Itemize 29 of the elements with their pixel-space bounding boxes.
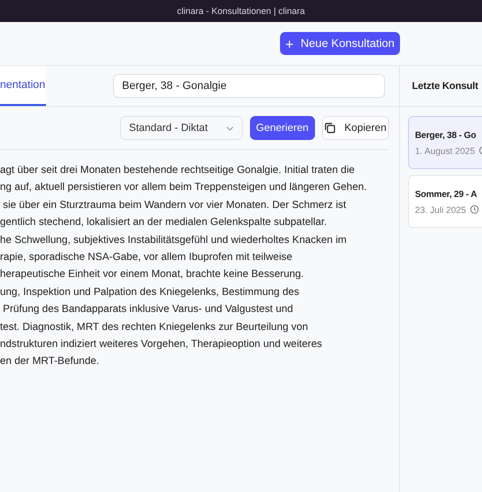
document-text-line: ung, Inspektion und Palpation des Kniegelenks, Bestimmung des — [0, 286, 300, 300]
document-text-line: Prüfung des Bandapparats inklusive Varus- und Valgustest und — [2, 303, 294, 318]
consultation-name: Berger, 38 - Go — [415, 130, 478, 140]
document-text-line: sie über ein Sturztrauma beim Wandern vor vier Monaten. Der Schmerz ist — [2, 198, 348, 213]
generate-button[interactable]: Generieren — [250, 116, 315, 140]
copy-icon — [324, 122, 336, 134]
document-text-line: ng auf, aktuell persistieren vor allem beim Treppensteigen und längeren Gehen. — [0, 181, 368, 196]
consultation-date: 1. August 2025 — [415, 146, 476, 156]
consultation-date: 23. Juli 2025 — [415, 204, 466, 214]
clock-icon — [470, 205, 480, 214]
recent-consultations-heading: Letzte Konsult — [400, 66, 482, 107]
chevron-down-icon — [226, 126, 234, 130]
consultation-card[interactable]: Berger, 38 - Go 1. August 2025 — [408, 116, 482, 169]
copy-button[interactable]: Kopieren — [322, 116, 389, 140]
document-text-line: agt über seit drei Monaten bestehende rechtseitige Gonalgie. Initial traten die — [0, 164, 356, 178]
tab[interactable]: nentation — [0, 66, 46, 106]
consultation-card[interactable]: Sommer, 29 - A 23. Juli 2025 — [408, 175, 482, 228]
document-text-line: herapeutische Einheit vor einem Monat, brachte keine Besserung. — [0, 268, 305, 282]
template-dropdown[interactable]: Standard - Diktat — [120, 116, 243, 140]
document-text-line: ndstrukturen indiziert weiteres Vorgehen, Therapieoption und weiteres — [0, 338, 324, 352]
document-text-line: rapie, sporadische NSA-Gabe, vor allem Ibuprofen mit teilweise — [0, 251, 294, 266]
document-text-line: gentlich stechend, lokalisiert an der medialen Gelenkspalte subpatellar. — [0, 216, 328, 230]
document-text-line: en der MRT-Befunde. — [0, 355, 100, 370]
document-text-line: test. Diagnostik, MRT des rechten Kniegelenks zur Beurteilung von — [0, 320, 310, 335]
document-text-line: he Schwellung, subjektives Instabilitätsgefühl und wiederholtes Knacken im — [0, 234, 348, 248]
window-title: clinara - Konsultationen | clinara — [177, 6, 305, 16]
consultation-name: Sommer, 29 - A — [415, 188, 478, 198]
new-consultation-button[interactable]: + Neue Konsultation — [280, 32, 400, 55]
title-input-field[interactable]: Berger, 38 - Gonalgie — [113, 74, 385, 98]
